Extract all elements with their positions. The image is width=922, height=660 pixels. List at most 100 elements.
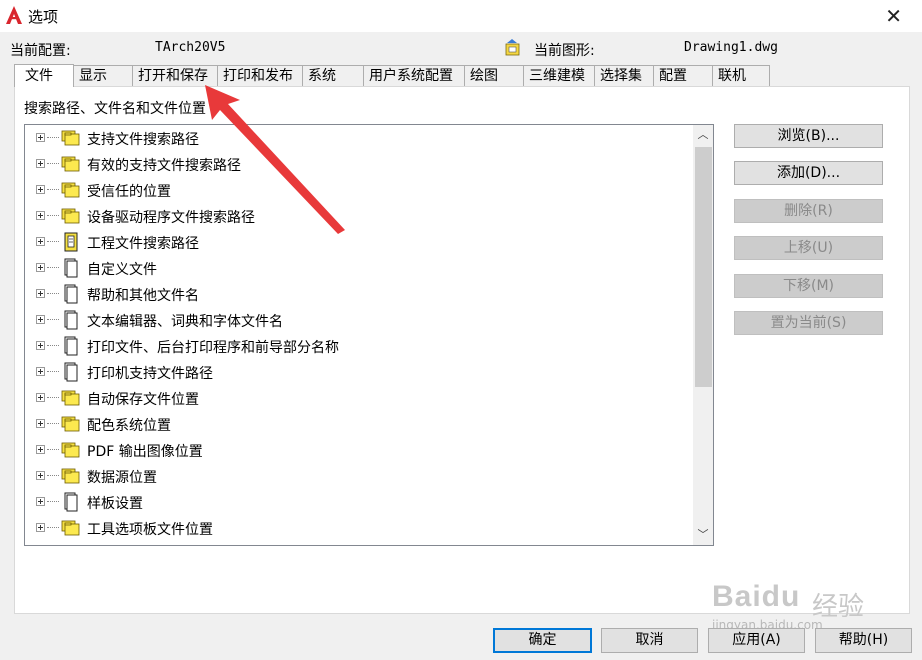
tree-item-label: 样板设置 xyxy=(87,496,143,512)
close-button[interactable]: ✕ xyxy=(885,4,902,28)
tree-item-label: 打印机支持文件路径 xyxy=(87,366,213,382)
document-icon xyxy=(61,258,81,278)
expand-icon[interactable] xyxy=(36,445,45,454)
tree-item-label: 有效的支持文件搜索路径 xyxy=(87,158,241,174)
tree-connector xyxy=(47,475,59,476)
expand-icon[interactable] xyxy=(36,367,45,376)
expand-icon[interactable] xyxy=(36,263,45,272)
project-file-icon xyxy=(61,232,81,252)
tree-item[interactable]: PDF 输出图像位置 xyxy=(25,437,691,463)
expand-icon[interactable] xyxy=(36,393,45,402)
current-profile-label: 当前配置: xyxy=(10,43,71,59)
tree-item[interactable]: 样板设置 xyxy=(25,489,691,515)
tree-connector xyxy=(47,319,59,320)
help-button[interactable]: 帮助(H) xyxy=(815,628,912,653)
apply-button[interactable]: 应用(A) xyxy=(708,628,805,653)
tree-item-label: 受信任的位置 xyxy=(87,184,171,200)
folder-stack-icon xyxy=(61,180,81,200)
tree-item[interactable]: 打印机支持文件路径 xyxy=(25,359,691,385)
tree-item[interactable]: 帮助和其他文件名 xyxy=(25,281,691,307)
remove-button[interactable]: 删除(R) xyxy=(734,199,883,223)
search-paths-tree[interactable]: ︿ ﹀ 支持文件搜索路径有效的支持文件搜索路径 受信任的位置设备驱动程序文件搜索路… xyxy=(24,124,714,546)
tree-item[interactable]: 数据源位置 xyxy=(25,463,691,489)
folder-stack-icon xyxy=(61,154,81,174)
document-icon xyxy=(61,362,81,382)
tab-open-save[interactable]: 打开和保存 xyxy=(132,65,218,87)
tree-item[interactable]: 打印文件、后台打印程序和前导部分名称 xyxy=(25,333,691,359)
expand-icon[interactable] xyxy=(36,133,45,142)
tab-user-preferences[interactable]: 用户系统配置 xyxy=(363,65,465,87)
scroll-down-button[interactable]: ﹀ xyxy=(693,525,713,545)
folder-stack-icon xyxy=(61,414,81,434)
expand-icon[interactable] xyxy=(36,289,45,298)
tree-connector xyxy=(47,189,59,190)
tree-item[interactable]: 工程文件搜索路径 xyxy=(25,229,691,255)
tree-item[interactable]: 受信任的位置 xyxy=(25,177,691,203)
expand-icon[interactable] xyxy=(36,471,45,480)
scroll-thumb[interactable] xyxy=(695,147,712,387)
expand-icon[interactable] xyxy=(36,211,45,220)
window-title: 选项 xyxy=(28,8,59,26)
tab-drafting[interactable]: 绘图 xyxy=(464,65,524,87)
tree-item[interactable]: 自动保存文件位置 xyxy=(25,385,691,411)
title-bar: 选项 ✕ xyxy=(0,0,922,32)
tree-connector xyxy=(47,423,59,424)
expand-icon[interactable] xyxy=(36,237,45,246)
tab-3d-modeling[interactable]: 三维建模 xyxy=(523,65,595,87)
move-down-button[interactable]: 下移(M) xyxy=(734,274,883,298)
tree-item-label: 打印文件、后台打印程序和前导部分名称 xyxy=(87,340,339,356)
tree-item[interactable]: 有效的支持文件搜索路径 xyxy=(25,151,691,177)
scroll-up-button[interactable]: ︿ xyxy=(693,125,713,145)
set-current-button[interactable]: 置为当前(S) xyxy=(734,311,883,335)
tree-item-label: 支持文件搜索路径 xyxy=(87,132,199,148)
expand-icon[interactable] xyxy=(36,523,45,532)
document-icon xyxy=(61,310,81,330)
tree-item[interactable]: 工具选项板文件位置 xyxy=(25,515,691,541)
tree-connector xyxy=(47,371,59,372)
tree-item-label: PDF 输出图像位置 xyxy=(87,444,203,460)
tree-item-label: 文本编辑器、词典和字体文件名 xyxy=(87,314,283,330)
section-label: 搜索路径、文件名和文件位置 xyxy=(24,101,206,117)
cancel-button[interactable]: 取消 xyxy=(601,628,698,653)
tree-item[interactable]: 支持文件搜索路径 xyxy=(25,125,691,151)
expand-icon[interactable] xyxy=(36,419,45,428)
drawing-file-icon xyxy=(505,39,520,56)
tab-plot-publish[interactable]: 打印和发布 xyxy=(217,65,303,87)
tree-item-label: 工具选项板文件位置 xyxy=(87,522,213,538)
watermark-brand: Baidu xyxy=(712,580,801,613)
folder-stack-icon xyxy=(61,518,81,538)
move-up-button[interactable]: 上移(U) xyxy=(734,236,883,260)
tree-connector xyxy=(47,527,59,528)
tree-connector xyxy=(47,293,59,294)
tree-item-label: 数据源位置 xyxy=(87,470,157,486)
tree-item[interactable]: 自定义文件 xyxy=(25,255,691,281)
tree-connector xyxy=(47,215,59,216)
tree-item-label: 帮助和其他文件名 xyxy=(87,288,199,304)
tab-online[interactable]: 联机 xyxy=(712,65,770,87)
expand-icon[interactable] xyxy=(36,341,45,350)
expand-icon[interactable] xyxy=(36,497,45,506)
expand-icon[interactable] xyxy=(36,315,45,324)
tab-display[interactable]: 显示 xyxy=(73,65,133,87)
tab-selection[interactable]: 选择集 xyxy=(594,65,654,87)
tree-connector xyxy=(47,345,59,346)
tree-item-label: 自动保存文件位置 xyxy=(87,392,199,408)
tree-connector xyxy=(47,397,59,398)
current-drawing-label: 当前图形: xyxy=(534,43,595,59)
tree-connector xyxy=(47,501,59,502)
tree-item-label: 自定义文件 xyxy=(87,262,157,278)
tab-system[interactable]: 系统 xyxy=(302,65,364,87)
tab-profiles[interactable]: 配置 xyxy=(653,65,713,87)
tree-scrollbar[interactable]: ︿ ﹀ xyxy=(693,125,713,545)
expand-icon[interactable] xyxy=(36,159,45,168)
ok-button[interactable]: 确定 xyxy=(493,628,592,653)
tree-item[interactable]: 配色系统位置 xyxy=(25,411,691,437)
folder-stack-icon xyxy=(61,440,81,460)
tree-connector xyxy=(47,267,59,268)
tree-item[interactable]: 文本编辑器、词典和字体文件名 xyxy=(25,307,691,333)
tab-files[interactable]: 文件 xyxy=(14,64,74,87)
add-button[interactable]: 添加(D)... xyxy=(734,161,883,185)
expand-icon[interactable] xyxy=(36,185,45,194)
browse-button[interactable]: 浏览(B)... xyxy=(734,124,883,148)
tree-item[interactable]: 设备驱动程序文件搜索路径 xyxy=(25,203,691,229)
